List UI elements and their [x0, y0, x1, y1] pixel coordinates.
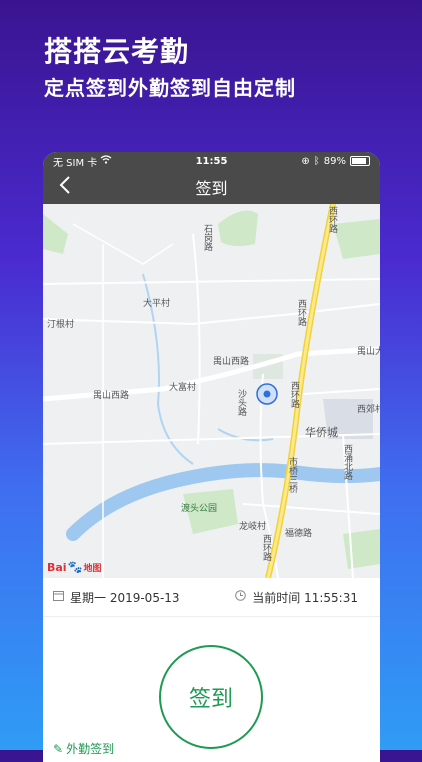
map-label-sanhe: 石岗路: [202, 224, 212, 251]
promo-title: 搭搭云考勤: [44, 35, 190, 68]
map-label-shiqiao: 市桥三桥: [287, 457, 297, 493]
promo-banner: 搭搭云考勤 定点签到外勤签到自由定制: [44, 34, 296, 102]
map-label-dafu: 大富村: [169, 383, 197, 393]
date-text: 星期一 2019-05-13: [70, 590, 180, 605]
baidu-map-logo: Bai 🐾 地图: [47, 560, 102, 574]
map-label-huaqiao: 华侨城: [305, 426, 338, 439]
baidu-paw-icon: 🐾: [67, 560, 83, 574]
outdoor-sign-label: 外勤签到: [66, 742, 115, 756]
status-bar: 无 SIM 卡 11:55 ⊕ ᛒ 89%: [43, 152, 380, 170]
map-label-xihuan2: 西环路: [296, 299, 306, 326]
map-label-yushan-rd1: 禺山西路: [93, 391, 130, 401]
pencil-icon: ✎: [53, 741, 64, 756]
outdoor-sign-link[interactable]: ✎ 外勤签到: [53, 740, 114, 757]
promo-subtitle: 定点签到外勤签到自由定制: [44, 76, 296, 100]
signin-area: 签到 ✎ 外勤签到: [43, 617, 380, 762]
calendar-icon: [53, 590, 64, 604]
map-view[interactable]: 大平村 汀根村 禺山西路 禺山西路 禺山大 大富村 西环路 西环路 西环路 西环…: [43, 204, 380, 578]
map-label-longqi: 龙岐村: [239, 522, 267, 532]
map-label-daping: 大平村: [143, 299, 171, 309]
map-label-xijiao: 西郊村: [357, 405, 380, 415]
clock-icon: [235, 590, 247, 604]
map-label-xihuan3: 西环路: [289, 381, 299, 408]
map-label-shajiao: 沙头路: [236, 389, 246, 416]
date-cell: 星期一 2019-05-13: [53, 589, 180, 606]
chevron-left-icon: [59, 175, 71, 199]
phone-screen: 无 SIM 卡 11:55 ⊕ ᛒ 89% 签到 大平村 汀根村 禺山西路 禺山…: [43, 152, 380, 762]
map-label-fude: 福德路: [285, 529, 313, 539]
map-label-yushan-rd2: 禺山西路: [213, 357, 250, 367]
map-label-dingen: 汀根村: [47, 320, 75, 330]
map-label-xiyong: 西涌北路: [342, 444, 352, 480]
page-title: 签到: [195, 179, 228, 198]
back-button[interactable]: [53, 174, 77, 200]
time-cell: 当前时间 11:55:31: [235, 589, 358, 606]
wifi-icon: [100, 155, 112, 167]
info-row: 星期一 2019-05-13 当前时间 11:55:31: [43, 578, 380, 617]
nav-bar: 签到: [43, 170, 380, 204]
carrier-label: 无 SIM 卡: [53, 157, 98, 169]
battery-icon: [350, 156, 370, 166]
current-time-text: 当前时间 11:55:31: [252, 590, 358, 605]
map-label-yushan-rd3: 禺山大: [357, 347, 380, 357]
sign-in-button[interactable]: 签到: [159, 645, 263, 749]
map-label-xihuan4: 西环路: [261, 534, 271, 561]
bluetooth-icon: ᛒ: [313, 155, 320, 167]
battery-percent: 89%: [323, 155, 346, 167]
map-label-xihuan1: 西环路: [327, 206, 337, 233]
baidu-logo-text: Bai: [47, 560, 67, 574]
map-label-dutou-park: 渡头公园: [181, 504, 218, 514]
baidu-logo-text2: 地图: [83, 563, 102, 574]
lock-rotation-icon: ⊕: [301, 155, 310, 167]
